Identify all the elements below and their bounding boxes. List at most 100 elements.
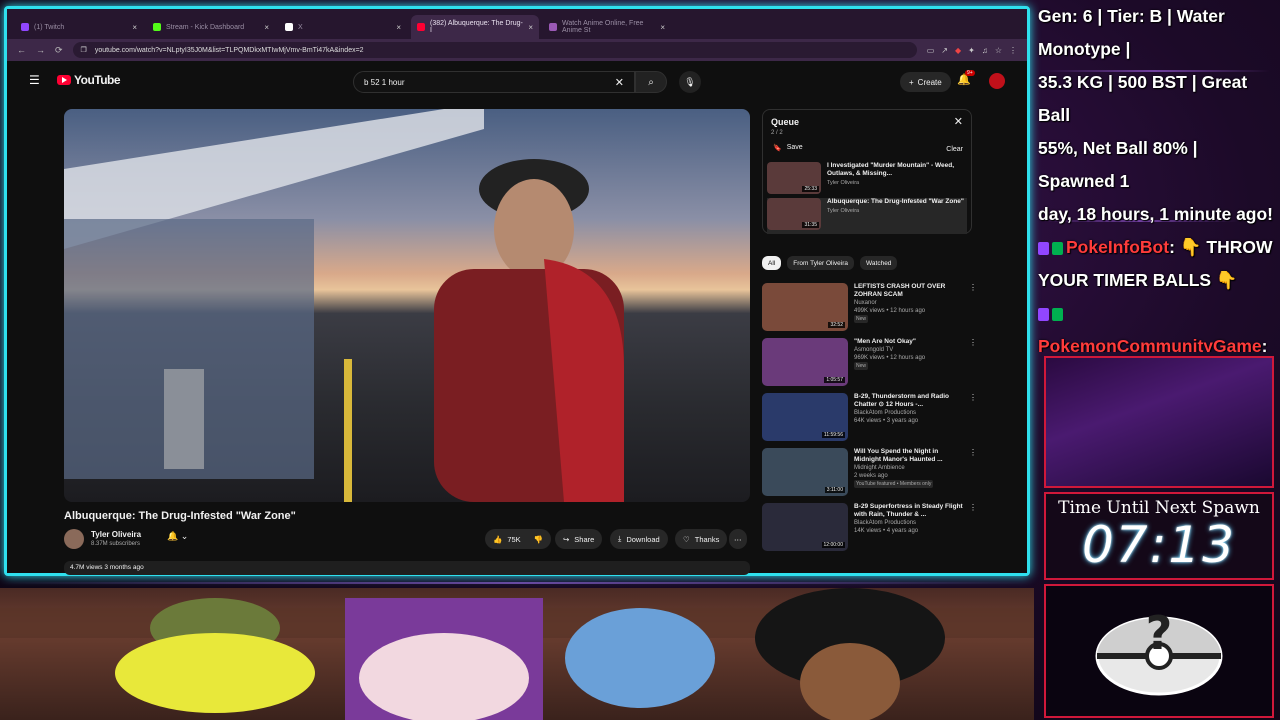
- more-options-icon[interactable]: ⋮: [969, 393, 977, 443]
- hamburger-icon[interactable]: ☰: [29, 73, 40, 87]
- account-avatar[interactable]: [989, 73, 1005, 89]
- recommendation-item[interactable]: 11:59:56 B-29, Thunderstorm and Radio Cha…: [762, 393, 977, 443]
- notification-badge: 9+: [965, 70, 975, 76]
- more-actions-button[interactable]: ⋯: [729, 529, 747, 549]
- recommendation-thumbnail: 11:59:56: [762, 393, 848, 441]
- bookmark-icon[interactable]: ❐: [81, 46, 87, 54]
- menu-icon[interactable]: ⋮: [1009, 46, 1017, 55]
- description-box[interactable]: 4.7M views 3 months ago: [64, 561, 750, 575]
- channel-avatar[interactable]: [64, 529, 84, 549]
- video-frame: [64, 109, 624, 502]
- like-button[interactable]: 👍 75K 👎: [485, 529, 552, 549]
- more-options-icon[interactable]: ⋮: [969, 283, 977, 333]
- star-icon[interactable]: ☆: [995, 46, 1002, 55]
- create-label: Create: [917, 77, 942, 87]
- timer-label: Time Until Next Spawn: [1058, 498, 1260, 518]
- recommendation-badge: New: [854, 315, 869, 323]
- recommendation-item[interactable]: 3:11:00 Will You Spend the Night in Midni…: [762, 448, 977, 498]
- browser-tab[interactable]: X ×: [279, 15, 407, 39]
- blue-pokemon-character: [565, 608, 715, 708]
- close-tab-icon[interactable]: ×: [132, 23, 137, 32]
- recommendation-item[interactable]: 1:05:57 "Men Are Not Okay" Asmongold TV 969…: [762, 338, 977, 388]
- webcam-panel: [1044, 356, 1274, 488]
- youtube-logo-text: YouTube: [74, 73, 121, 87]
- recommendation-meta: 499K views • 12 hours ago: [854, 308, 926, 314]
- close-tab-icon[interactable]: ×: [660, 23, 665, 32]
- search-value: b 52 1 hour: [364, 77, 405, 87]
- youtube-logo[interactable]: YouTube: [57, 73, 121, 87]
- recommendation-item[interactable]: 12:00:00 B-29 Superfortress in Steady Fli…: [762, 503, 977, 553]
- chat-message: 35.3 KG | 500 BST | Great Ball: [1038, 72, 1248, 125]
- search-input[interactable]: b 52 1 hour ✕: [353, 71, 635, 93]
- recommendation-text: B-29, Thunderstorm and Radio Chatter ⊙ 1…: [854, 393, 963, 443]
- tab-favicon-icon: [417, 23, 425, 31]
- chat-username[interactable]: PokeInfoBot: [1066, 237, 1169, 257]
- close-tab-icon[interactable]: ×: [264, 23, 269, 32]
- more-options-icon[interactable]: ⋮: [969, 503, 977, 553]
- more-options-icon[interactable]: ⋮: [969, 448, 977, 498]
- browser-tab[interactable]: Watch Anime Online, Free Anime St ×: [543, 15, 671, 39]
- dislike-icon[interactable]: 👎: [534, 535, 543, 544]
- queue-item-text: I Investigated "Murder Mountain" - Weed,…: [827, 162, 967, 198]
- voice-search-button[interactable]: 🎙: [679, 71, 701, 93]
- queue-item[interactable]: 25:33 I Investigated "Murder Mountain" - …: [767, 162, 967, 198]
- thumbs-up-icon: 👍: [493, 534, 503, 544]
- chat-line: PokeInfoBot: 👇 THROW: [1038, 231, 1276, 264]
- play-logo-icon: [57, 75, 71, 85]
- browser-window: (1) Twitch × Stream - Kick Dashboard × X × (38…: [4, 6, 1030, 576]
- url-text: youtube.com/watch?v=NLptyI35J0M&list=TLP…: [94, 46, 364, 54]
- plus-icon: +: [909, 77, 914, 87]
- browser-tab[interactable]: (382) Albuquerque: The Drug-I ×: [411, 15, 539, 39]
- duration-badge: 1:05:57: [824, 377, 845, 383]
- thanks-button[interactable]: ♡ Thanks: [675, 529, 728, 549]
- clear-button[interactable]: Clear: [946, 146, 963, 153]
- puzzle-icon[interactable]: ✦: [968, 46, 975, 55]
- close-icon[interactable]: ✕: [954, 115, 963, 128]
- channel-name[interactable]: Tyler Oliveira: [91, 530, 141, 539]
- bell-icon: 🔔 ⌄: [167, 531, 189, 541]
- chat-username[interactable]: PokemonCommunityGame: [1038, 336, 1262, 352]
- share-icon: ↪: [563, 534, 570, 544]
- close-tab-icon[interactable]: ×: [528, 23, 533, 32]
- close-tab-icon[interactable]: ×: [396, 23, 401, 32]
- screen-icon[interactable]: ▭: [927, 46, 935, 55]
- filter-chip[interactable]: From Tyler Oliveira: [787, 256, 855, 270]
- filter-chip[interactable]: Watched: [860, 256, 898, 270]
- create-button[interactable]: + Create: [900, 72, 951, 92]
- shield-icon[interactable]: ◆: [955, 46, 961, 55]
- forward-icon[interactable]: →: [36, 45, 45, 55]
- clear-search-icon[interactable]: ✕: [615, 76, 624, 89]
- queue-thumbnail: 31:35: [767, 198, 821, 230]
- browser-tab[interactable]: (1) Twitch ×: [15, 15, 143, 39]
- recommendation-channel: BlackAtom Productions: [854, 410, 917, 416]
- share-icon[interactable]: ↗: [941, 46, 948, 55]
- chat-message: :: [1261, 336, 1268, 352]
- recommendation-channel: Nuxanor: [854, 300, 877, 306]
- recommendation-text: B-29 Superfortress in Steady Flight with…: [854, 503, 963, 553]
- share-button[interactable]: ↪ Share: [555, 529, 603, 549]
- recommendation-text: LEFTISTS CRASH OUT OVER ZOHRAN SCAM Nuxan…: [854, 283, 963, 333]
- recommendation-meta: 14K views • 4 years ago: [854, 528, 919, 534]
- filter-chip[interactable]: All: [762, 256, 782, 270]
- url-field[interactable]: ❐ youtube.com/watch?v=NLptyI35J0M&list=T…: [72, 42, 917, 58]
- tab-favicon-icon: [285, 23, 293, 31]
- mystery-glyph: ?: [1146, 606, 1173, 660]
- recommendation-item[interactable]: 32:52 LEFTISTS CRASH OUT OVER ZOHRAN SCAM…: [762, 283, 977, 333]
- tab-label: (1) Twitch: [34, 23, 65, 31]
- more-options-icon[interactable]: ⋮: [969, 338, 977, 388]
- microphone-icon: 🎙: [684, 76, 696, 87]
- search-button[interactable]: ⌕: [635, 71, 667, 93]
- youtube-page: ☰ YouTube b 52 1 hour ✕ ⌕ 🎙 + Create 🔔 9…: [7, 61, 1027, 575]
- back-icon[interactable]: ←: [17, 45, 26, 55]
- browser-tab[interactable]: Stream - Kick Dashboard ×: [147, 15, 275, 39]
- notifications-button[interactable]: 🔔 9+: [957, 70, 975, 86]
- music-icon[interactable]: ♫: [982, 46, 988, 55]
- mystery-pokemon: ?: [1044, 584, 1274, 718]
- video-player[interactable]: [64, 109, 750, 502]
- save-button[interactable]: 🔖 Save: [773, 144, 803, 152]
- download-button[interactable]: ⤓ Download: [610, 529, 668, 549]
- chat-line: 35.3 KG | 500 BST | Great Ball: [1038, 66, 1276, 132]
- queue-item[interactable]: 31:35 Albuquerque: The Drug-Infested "War…: [767, 198, 967, 234]
- reload-icon[interactable]: ⟳: [55, 45, 63, 56]
- subscribe-bell-button[interactable]: 🔔 ⌄: [167, 531, 188, 542]
